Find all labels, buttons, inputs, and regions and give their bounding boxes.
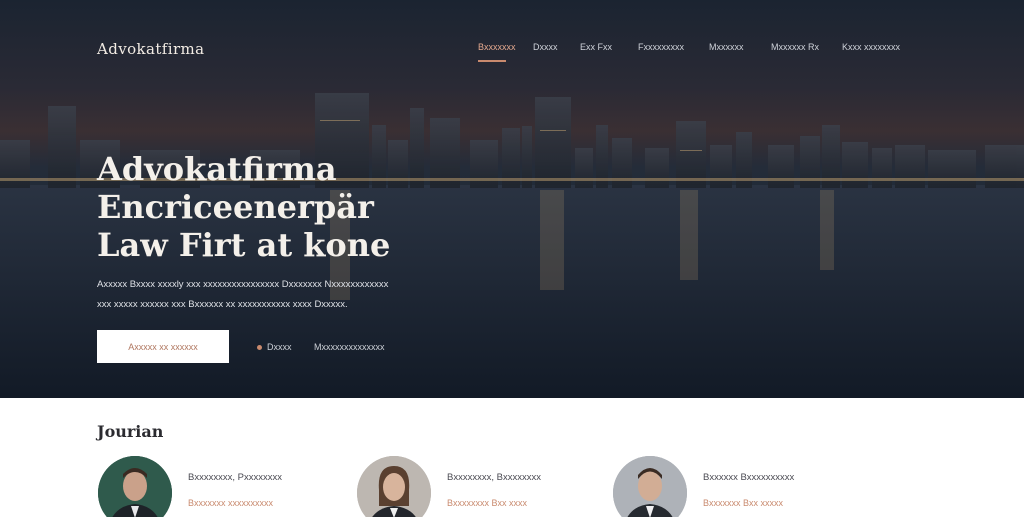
member-avatar-3[interactable] — [613, 456, 687, 517]
hero-description-line-2: xxx xxxxx xxxxxx xxx Bxxxxxx xx xxxxxxxx… — [97, 299, 348, 310]
member-name-3[interactable]: Bxxxxxx Bxxxxxxxxxx — [703, 472, 794, 483]
member-avatar-1[interactable] — [98, 456, 172, 517]
member-role-2: Bxxxxxxxx Bxx xxxx — [447, 498, 528, 508]
bullet-dot-icon — [257, 345, 262, 350]
nav-item-7[interactable]: Kxxx xxxxxxxx — [842, 42, 900, 52]
secondary-link-1[interactable]: Dxxxx — [267, 342, 292, 352]
hero-section: Advokatfirma Bxxxxxxx Dxxxx Exx Fxx Fxxx… — [0, 0, 1024, 398]
team-section-title: Jourian — [97, 422, 164, 441]
nav-item-5[interactable]: Mxxxxxx — [709, 42, 744, 52]
member-name-2[interactable]: Bxxxxxxxx, Bxxxxxxxx — [447, 472, 541, 483]
person-icon — [357, 456, 431, 517]
headline-line-1: Advokatfirma — [97, 150, 337, 188]
person-icon — [98, 456, 172, 517]
hero-description-line-1: Axxxxx Bxxxx xxxxly xxx xxxxxxxxxxxxxxxx… — [97, 279, 389, 290]
hero-headline: Advokatfirma Encriceenerpär Law Firt at … — [97, 150, 390, 264]
person-icon — [613, 456, 687, 517]
nav-item-4[interactable]: Fxxxxxxxxx — [638, 42, 684, 52]
brand-logo[interactable]: Advokatfirma — [97, 40, 205, 58]
member-role-1: Bxxxxxxx xxxxxxxxxx — [188, 498, 274, 508]
cta-button[interactable]: Axxxxx xx xxxxxx — [97, 330, 229, 363]
secondary-link-2[interactable]: Mxxxxxxxxxxxxxx — [314, 342, 385, 352]
nav-item-2[interactable]: Dxxxx — [533, 42, 558, 52]
headline-line-3: Law Firt at kone — [97, 226, 391, 264]
member-role-3: Bxxxxxxx Bxx xxxxx — [703, 498, 784, 508]
member-avatar-2[interactable] — [357, 456, 431, 517]
hero-description: Axxxxx Bxxxx xxxxly xxx xxxxxxxxxxxxxxxx… — [97, 275, 477, 315]
headline-line-2: Encriceenerpär — [97, 188, 374, 226]
nav-item-1[interactable]: Bxxxxxxx — [478, 42, 516, 52]
nav-active-indicator — [478, 60, 506, 62]
nav-item-3[interactable]: Exx Fxx — [580, 42, 612, 52]
member-name-1[interactable]: Bxxxxxxxx, Pxxxxxxxx — [188, 472, 282, 483]
nav-item-6[interactable]: Mxxxxxx Rx — [771, 42, 819, 52]
